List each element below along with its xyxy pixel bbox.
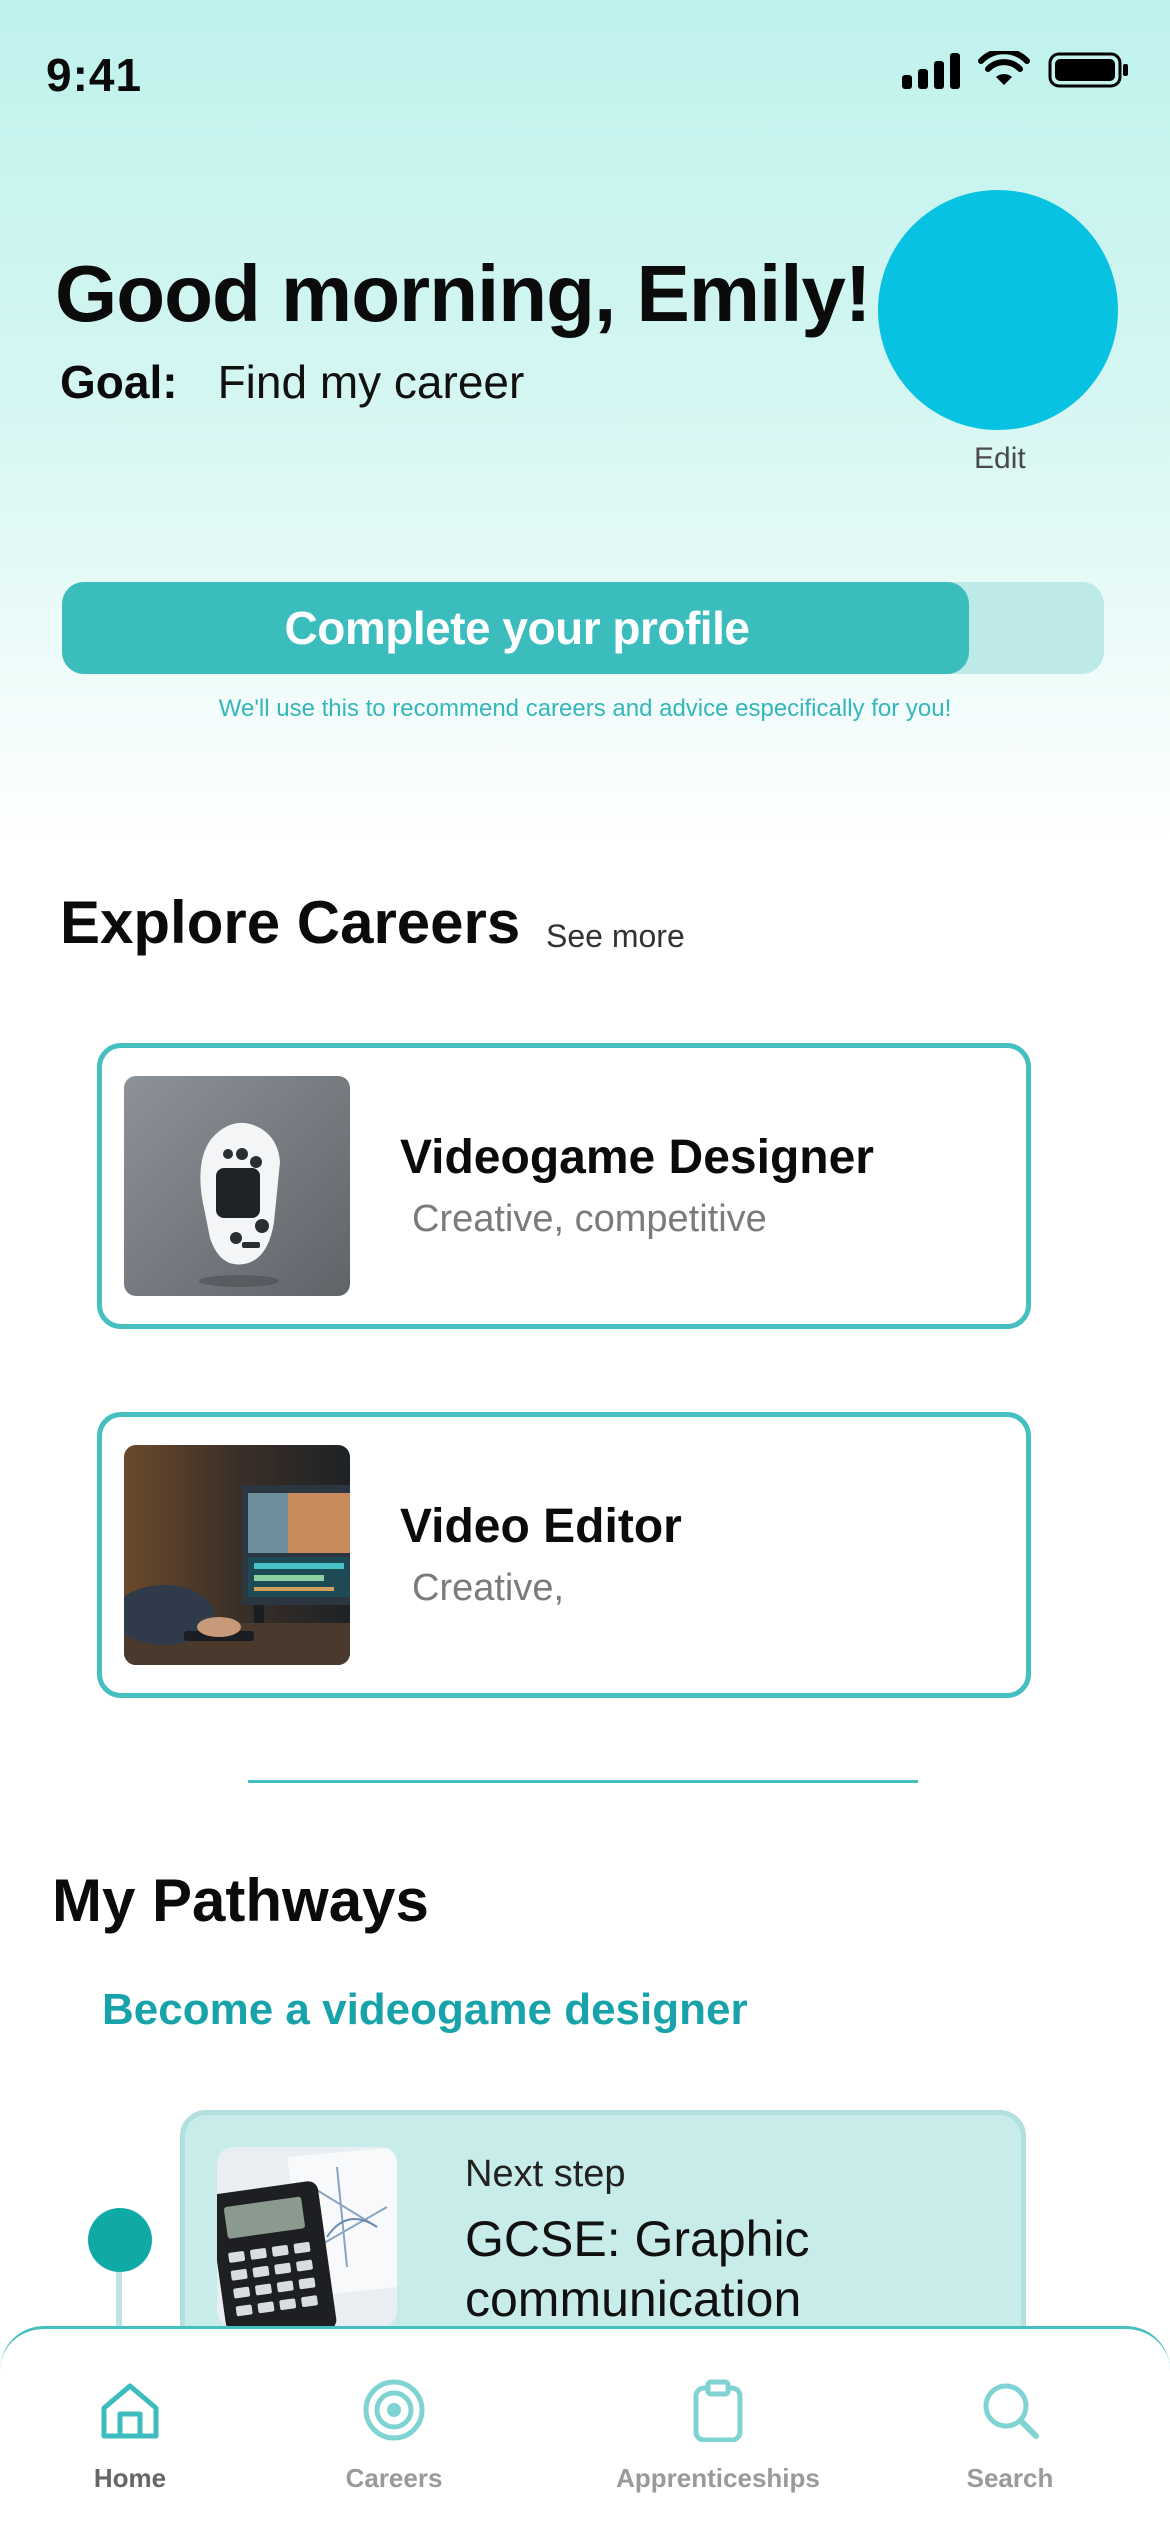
game-controller-image [124, 1076, 350, 1296]
editing-workstation-image [124, 1445, 350, 1665]
profile-progress-bar[interactable]: Complete your profile [62, 582, 1104, 674]
explore-careers-title: Explore Careers [60, 889, 521, 956]
cellular-signal-icon [902, 51, 960, 89]
nav-careers[interactable]: Careers [264, 2375, 524, 2494]
greeting-title: Good morning, Emily! [55, 249, 872, 338]
avatar[interactable] [878, 190, 1118, 430]
nav-label: Home [93, 2463, 167, 2493]
home-screen: 9:41 Good morning, Emily! Goal: Find my … [0, 0, 1170, 2532]
career-tags: Creative, [412, 1567, 565, 1609]
battery-icon [1048, 52, 1128, 88]
goal-label: Goal: [60, 356, 178, 408]
wifi-icon [978, 51, 1030, 85]
career-title: Video Editor [400, 1500, 682, 1553]
career-tags: Creative, competitive [412, 1198, 767, 1240]
nav-label: Search [966, 2463, 1054, 2493]
my-pathways-title: My Pathways [52, 1867, 429, 1934]
nav-apprenticeships[interactable]: Apprenticeships [588, 2375, 848, 2494]
profile-note: We'll use this to recommend careers and … [218, 695, 952, 722]
next-step-title: GCSE: Graphic communication [465, 2211, 810, 2327]
calculator-image [217, 2147, 397, 2327]
goal-row: Goal: Find my career [60, 355, 524, 409]
nav-label: Apprenticeships [616, 2463, 820, 2493]
status-time: 9:41 [46, 49, 143, 101]
search-icon [975, 2375, 1045, 2445]
career-card-videogame-designer[interactable]: Videogame Designer Creative, competitive [97, 1043, 1031, 1329]
timeline-line [116, 2272, 122, 2332]
timeline-dot [88, 2208, 152, 2272]
complete-profile-button[interactable]: Complete your profile [62, 582, 972, 674]
status-icons [902, 50, 1130, 90]
nav-label: Careers [345, 2463, 443, 2493]
goal-value[interactable]: Find my career [218, 355, 525, 409]
career-card-video-editor[interactable]: Video Editor Creative, [97, 1412, 1031, 1698]
home-icon [95, 2375, 165, 2445]
clipboard-icon [683, 2375, 753, 2445]
edit-avatar-link[interactable]: Edit [974, 442, 1026, 476]
section-divider [248, 1780, 918, 1783]
see-more-link[interactable]: See more [546, 918, 685, 955]
next-step-label: Next step [465, 2153, 626, 2195]
nav-home[interactable]: Home [0, 2375, 260, 2494]
pathway-name-link[interactable]: Become a videogame designer [102, 1985, 748, 2035]
bottom-navigation: Home Careers Apprenticeships Search [0, 2326, 1170, 2532]
nav-search[interactable]: Search [880, 2375, 1140, 2494]
career-title: Videogame Designer [400, 1131, 874, 1184]
target-icon [359, 2375, 429, 2445]
